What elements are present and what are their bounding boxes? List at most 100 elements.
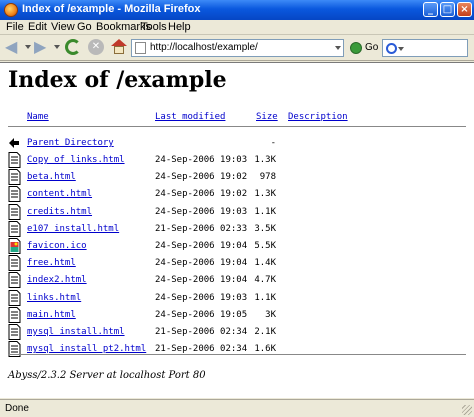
parent-directory-row: Parent Directory -: [0, 135, 474, 152]
text-file-icon: [8, 203, 21, 220]
page-title: Index of /example: [8, 67, 227, 93]
text-file-icon: [8, 169, 21, 186]
column-header-size[interactable]: Size: [256, 112, 278, 122]
file-size: 5.5K: [254, 241, 276, 251]
header-divider: [8, 126, 466, 127]
file-link[interactable]: credits.html: [27, 207, 92, 217]
footer-divider: [8, 354, 466, 355]
file-modified: 24-Sep-2006 19:04: [155, 258, 248, 269]
file-modified: 21-Sep-2006 02:34: [155, 327, 248, 337]
address-url[interactable]: http://localhost/example/: [150, 42, 258, 53]
file-link[interactable]: mysql install pt2.html: [27, 344, 146, 354]
file-row: mysql install.html 21-Sep-2006 02:34 2.1K: [0, 324, 474, 341]
title-bar[interactable]: Index of /example - Mozilla Firefox _ □ …: [0, 0, 474, 20]
back-arrow-icon[interactable]: ◀: [5, 39, 23, 55]
address-bar[interactable]: http://localhost/example/: [131, 39, 344, 57]
column-header-name[interactable]: Name: [27, 112, 49, 122]
file-row: main.html 24-Sep-2006 19:05 3K: [0, 306, 474, 324]
file-row: links.html 24-Sep-2006 19:03 1.1K: [0, 289, 474, 307]
file-link[interactable]: mysql install.html: [27, 327, 125, 337]
file-size: 1.4K: [254, 258, 276, 269]
file-row: content.html 24-Sep-2006 19:02 1.3K: [0, 186, 474, 203]
file-modified: 24-Sep-2006 19:04: [155, 275, 248, 286]
forward-arrow-icon[interactable]: ▶: [34, 39, 52, 57]
navigation-toolbar: ◀ ▶ ✕ http://localhost/example/ Go: [0, 35, 474, 61]
menu-view[interactable]: View: [51, 21, 75, 33]
file-modified: 24-Sep-2006 19:02: [155, 189, 248, 200]
window-title: Index of /example - Mozilla Firefox: [22, 3, 201, 15]
text-file-icon: [8, 152, 21, 168]
reload-icon[interactable]: [65, 39, 81, 55]
home-icon[interactable]: [111, 39, 127, 55]
address-dropdown-icon[interactable]: [335, 46, 341, 50]
text-file-icon: [8, 289, 21, 306]
menu-file[interactable]: File: [6, 21, 24, 33]
file-size: 2.1K: [254, 327, 276, 337]
resize-grip[interactable]: [462, 405, 472, 415]
file-row: index2.html 24-Sep-2006 19:04 4.7K: [0, 272, 474, 289]
file-link[interactable]: free.html: [27, 258, 76, 268]
go-button[interactable]: Go: [365, 42, 378, 53]
text-file-icon: [8, 324, 21, 340]
firefox-icon: [4, 3, 18, 17]
text-file-icon: [8, 306, 21, 323]
file-size: 1.1K: [254, 206, 276, 217]
file-link[interactable]: content.html: [27, 189, 92, 199]
go-icon[interactable]: [350, 42, 362, 54]
parent-directory-link[interactable]: Parent Directory: [27, 138, 114, 148]
menu-help[interactable]: Help: [168, 21, 191, 33]
file-row: favicon.ico 24-Sep-2006 19:04 5.5K: [0, 238, 474, 255]
file-modified: 24-Sep-2006 19:04: [155, 241, 248, 251]
file-link[interactable]: favicon.ico: [27, 241, 87, 251]
text-file-icon: [8, 220, 21, 237]
file-modified: 24-Sep-2006 19:03: [155, 155, 248, 165]
close-button[interactable]: ×: [457, 2, 472, 17]
server-signature: Abyss/2.3.2 Server at localhost Port 80: [8, 370, 206, 381]
file-row: beta.html 24-Sep-2006 19:02 978: [0, 169, 474, 186]
file-link[interactable]: links.html: [27, 293, 81, 303]
text-file-icon: [8, 272, 21, 289]
file-link[interactable]: index2.html: [27, 275, 87, 285]
menu-tools[interactable]: Tools: [141, 21, 167, 33]
file-row: credits.html 24-Sep-2006 19:03 1.1K: [0, 203, 474, 221]
text-file-icon: [8, 186, 21, 203]
parent-directory-size: -: [270, 138, 276, 148]
search-input[interactable]: [382, 39, 468, 57]
image-file-icon: [8, 238, 21, 254]
forward-dropdown-icon[interactable]: [54, 45, 60, 49]
file-modified: 24-Sep-2006 19:03: [155, 292, 248, 303]
file-size: 1.6K: [254, 344, 276, 355]
file-row: mysql install pt2.html 21-Sep-2006 02:34 1…: [0, 341, 474, 358]
column-header-description[interactable]: Description: [288, 112, 348, 122]
search-engine-icon[interactable]: [386, 43, 397, 54]
menu-bar: File Edit View Go Bookmarks Tools Help: [0, 20, 474, 35]
column-header-last-modified[interactable]: Last modified: [155, 112, 225, 122]
back-arrow-icon: [9, 138, 19, 148]
file-link[interactable]: main.html: [27, 310, 76, 320]
file-modified: 24-Sep-2006 19:03: [155, 206, 248, 217]
back-dropdown-icon[interactable]: [25, 45, 31, 49]
file-modified: 24-Sep-2006 19:05: [155, 309, 248, 320]
file-size: 3K: [265, 309, 276, 320]
page-content: Index of /example Name Last modified Siz…: [0, 62, 474, 398]
file-modified: 21-Sep-2006 02:34: [155, 344, 248, 355]
page-icon: [135, 42, 146, 54]
file-link[interactable]: beta.html: [27, 172, 76, 182]
file-modified: 21-Sep-2006 02:33: [155, 223, 248, 234]
file-modified: 24-Sep-2006 19:02: [155, 172, 248, 183]
menu-edit[interactable]: Edit: [28, 21, 47, 33]
file-size: 1.1K: [254, 292, 276, 303]
file-size: 3.5K: [254, 223, 276, 234]
text-file-icon: [8, 255, 21, 272]
search-engine-dropdown-icon[interactable]: [398, 47, 404, 51]
stop-icon[interactable]: ✕: [88, 39, 104, 55]
minimize-button[interactable]: _: [423, 2, 438, 17]
file-row: Copy of links.html 24-Sep-2006 19:03 1.3K: [0, 152, 474, 169]
file-link[interactable]: e107 install.html: [27, 224, 119, 234]
menu-go[interactable]: Go: [77, 21, 92, 33]
file-link[interactable]: Copy of links.html: [27, 155, 125, 165]
maximize-button[interactable]: □: [440, 2, 455, 17]
file-row: e107 install.html 21-Sep-2006 02:33 3.5K: [0, 220, 474, 238]
file-size: 978: [259, 172, 276, 183]
status-bar: Done: [0, 399, 474, 417]
